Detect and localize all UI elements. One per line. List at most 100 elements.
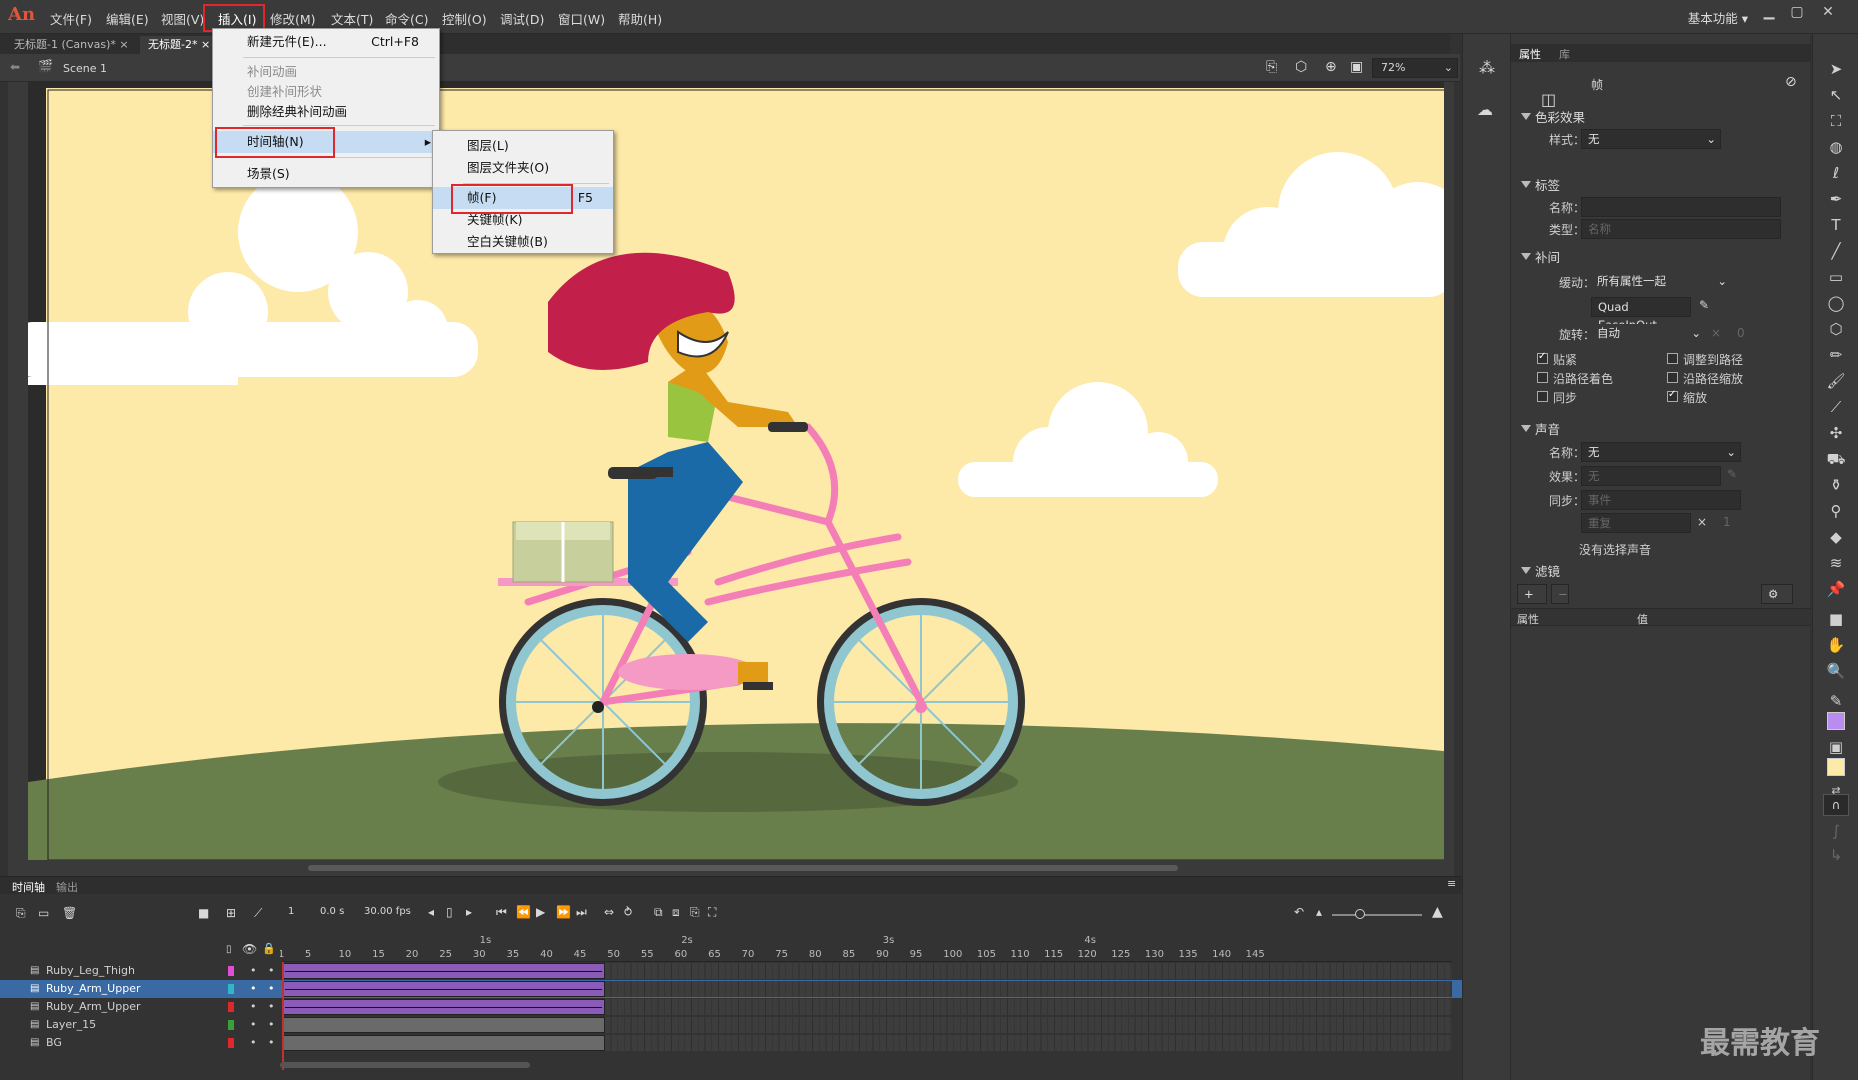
frame-rate[interactable]: 30.00 fps bbox=[364, 906, 411, 917]
panel-menu-icon[interactable]: ≡ bbox=[1447, 877, 1456, 890]
tab-document-2[interactable]: 无标题-2* × bbox=[140, 36, 219, 54]
menu-item-new-symbol[interactable]: 新建元件(E)... Ctrl+F8 bbox=[213, 31, 439, 53]
onion-outline-icon[interactable]: ⧈ bbox=[672, 905, 680, 920]
3d-rotation-icon[interactable]: ◍ bbox=[1825, 136, 1847, 158]
zoom-in-icon[interactable]: ▲ bbox=[1432, 904, 1443, 920]
loop-icon[interactable]: ⇔ bbox=[604, 905, 614, 919]
hand-tool-icon[interactable]: ✋ bbox=[1825, 634, 1847, 656]
sound-name-select[interactable]: 无 ⌄ bbox=[1581, 442, 1741, 462]
layer-row[interactable]: ▤ BG • • bbox=[0, 1034, 1462, 1052]
next-frame-icon[interactable]: ⏩ bbox=[556, 905, 571, 919]
stage-area[interactable] bbox=[8, 82, 1454, 860]
timeline-zoom-slider[interactable] bbox=[1332, 914, 1422, 916]
paint-brush-icon[interactable]: 🖌 bbox=[1825, 370, 1847, 392]
color-along-path-checkbox[interactable] bbox=[1537, 372, 1548, 383]
lasso-icon[interactable]: ℓ bbox=[1825, 162, 1847, 184]
ease-preset-button[interactable]: Quad EaseInOut bbox=[1591, 297, 1691, 332]
scroll-thumb[interactable] bbox=[308, 865, 1178, 871]
layer-name[interactable]: Ruby_Leg_Thigh bbox=[46, 962, 135, 980]
orient-to-path-checkbox[interactable] bbox=[1667, 353, 1678, 364]
rectangle-tool-icon[interactable]: ▭ bbox=[1825, 266, 1847, 288]
layer-frames[interactable] bbox=[282, 963, 1452, 979]
close-icon[interactable]: × bbox=[119, 38, 128, 51]
fill-color-swatch[interactable] bbox=[1827, 758, 1845, 776]
tab-timeline[interactable]: 时间轴 bbox=[12, 879, 45, 895]
camera-icon[interactable]: ■ bbox=[198, 906, 209, 920]
rotate-select[interactable]: 自动 ⌄ bbox=[1591, 324, 1705, 344]
edit-multiple-icon[interactable]: ⎘ bbox=[690, 905, 700, 920]
visibility-toggle[interactable]: • bbox=[250, 1016, 257, 1034]
tween-span[interactable] bbox=[282, 999, 605, 1015]
graph-icon[interactable]: ⟋ bbox=[254, 906, 262, 921]
layer-row[interactable]: ▤ Ruby_Arm_Upper • • bbox=[0, 980, 1462, 998]
subselection-tool-icon[interactable]: ↖ bbox=[1825, 84, 1847, 106]
workspace-switcher[interactable]: 基本功能 ▾ bbox=[1688, 8, 1748, 27]
playhead-center-icon[interactable]: ▯ bbox=[446, 905, 453, 919]
layer-frames[interactable] bbox=[282, 1035, 1452, 1051]
menu-item-layer[interactable]: 图层(L) bbox=[433, 135, 613, 157]
label-name-input[interactable] bbox=[1581, 197, 1781, 217]
lock-icon[interactable]: 🔒 bbox=[262, 942, 276, 955]
tab-output[interactable]: 输出 bbox=[56, 879, 78, 895]
minimize-icon[interactable]: ▁ bbox=[1756, 4, 1782, 24]
step-back-icon[interactable]: ◂ bbox=[428, 905, 434, 919]
layer-row[interactable]: ▤ Layer_15 • • bbox=[0, 1016, 1462, 1034]
eye-icon[interactable]: 👁 bbox=[242, 942, 257, 956]
style-select[interactable]: 无 ⌄ bbox=[1581, 129, 1721, 149]
play-icon[interactable]: ▶ bbox=[536, 905, 545, 919]
onion-markers-icon[interactable]: ⛶ bbox=[708, 905, 716, 920]
layer-frames[interactable] bbox=[282, 1017, 1452, 1033]
visibility-toggle[interactable]: • bbox=[250, 1034, 257, 1052]
menu-text[interactable]: 文本(T) bbox=[331, 9, 373, 28]
camera-tool-icon[interactable]: ■ bbox=[1825, 608, 1847, 630]
filter-options-button[interactable]: ⚙ bbox=[1761, 584, 1793, 604]
zoom-select[interactable]: 72% ⌄ bbox=[1372, 58, 1458, 78]
oval-tool-icon[interactable]: ◯ bbox=[1825, 292, 1847, 314]
visibility-toggle[interactable]: • bbox=[250, 980, 257, 998]
pin-tool-icon[interactable]: 📌 bbox=[1825, 578, 1847, 600]
first-frame-icon[interactable]: ⏮ bbox=[496, 905, 507, 920]
menu-item-scene[interactable]: 场景(S) bbox=[213, 163, 439, 185]
menu-window[interactable]: 窗口(W) bbox=[558, 9, 605, 28]
brush-tool-icon[interactable]: ⟋ bbox=[1825, 396, 1847, 418]
menu-item-layer-folder[interactable]: 图层文件夹(O) bbox=[433, 157, 613, 179]
section-color-effect[interactable]: 色彩效果 bbox=[1511, 107, 1811, 127]
menu-help[interactable]: 帮助(H) bbox=[618, 9, 662, 28]
paint-bucket-icon[interactable]: ⛟ bbox=[1825, 448, 1847, 470]
layer-row[interactable]: ▤ Ruby_Arm_Upper • • bbox=[0, 998, 1462, 1016]
onion-skin-icon[interactable]: ⧉ bbox=[654, 905, 663, 920]
back-arrow-icon[interactable]: ⬅ bbox=[10, 60, 20, 74]
lock-toggle[interactable]: • bbox=[268, 998, 275, 1016]
fill-color-icon[interactable]: ▣ bbox=[1825, 736, 1847, 758]
layer-color-swatch[interactable] bbox=[228, 1020, 234, 1030]
close-icon[interactable]: ✕ bbox=[1815, 4, 1841, 24]
prev-frame-icon[interactable]: ⏪ bbox=[516, 905, 531, 919]
edit-symbol-icon[interactable]: ⬡ bbox=[1295, 59, 1307, 75]
menu-view[interactable]: 视图(V) bbox=[161, 9, 204, 28]
static-frames[interactable] bbox=[282, 1017, 605, 1033]
layer-name[interactable]: Ruby_Arm_Upper bbox=[46, 998, 141, 1016]
parenting-icon[interactable]: ⊞ bbox=[226, 906, 236, 920]
layer-color-swatch[interactable] bbox=[228, 1002, 234, 1012]
close-icon[interactable]: × bbox=[201, 38, 210, 51]
static-frames[interactable] bbox=[282, 1035, 605, 1051]
menu-item-remove-classic-tween[interactable]: 删除经典补间动画 bbox=[213, 101, 439, 123]
eyedropper-icon[interactable]: ⚲ bbox=[1825, 500, 1847, 522]
motion-presets-icon[interactable]: ⁂ bbox=[1479, 58, 1495, 77]
width-tool-icon[interactable]: ≋ bbox=[1825, 552, 1847, 574]
zoom-out-icon[interactable]: ▴ bbox=[1316, 905, 1322, 919]
ease-select[interactable]: 所有属性一起 ⌄ bbox=[1591, 272, 1731, 292]
last-frame-icon[interactable]: ⏭ bbox=[576, 905, 587, 920]
zoom-tool-icon[interactable]: 🔍 bbox=[1825, 660, 1847, 682]
menu-edit[interactable]: 编辑(E) bbox=[106, 9, 149, 28]
menu-commands[interactable]: 命令(C) bbox=[385, 9, 428, 28]
eraser-icon[interactable]: ◆ bbox=[1825, 526, 1847, 548]
lock-toggle[interactable]: • bbox=[268, 1034, 275, 1052]
menu-file[interactable]: 文件(F) bbox=[50, 9, 92, 28]
scale-checkbox[interactable] bbox=[1667, 389, 1678, 402]
polystar-tool-icon[interactable]: ⬡ bbox=[1825, 318, 1847, 340]
layer-color-swatch[interactable] bbox=[228, 966, 234, 976]
pen-tool-icon[interactable]: ✒ bbox=[1825, 188, 1847, 210]
menu-debug[interactable]: 调试(D) bbox=[500, 9, 544, 28]
text-tool-icon[interactable]: T bbox=[1825, 214, 1847, 236]
